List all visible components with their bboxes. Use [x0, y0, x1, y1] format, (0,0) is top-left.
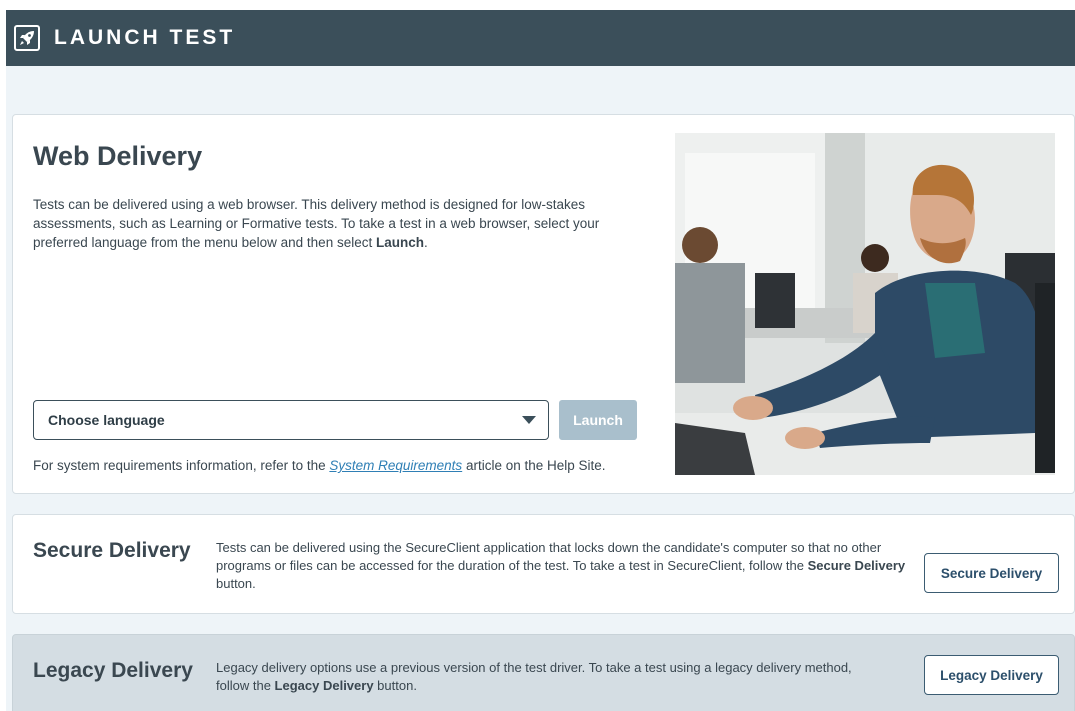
page: LAUNCH TEST Web Delivery Tests can be de… [6, 10, 1075, 711]
legacy-delivery-button[interactable]: Legacy Delivery [924, 655, 1059, 695]
secure-delivery-card: Secure Delivery Tests can be delivered u… [12, 514, 1075, 614]
system-requirements-text: For system requirements information, ref… [33, 458, 606, 473]
legacy-delivery-description: Legacy delivery options use a previous v… [216, 660, 852, 693]
office-photo [675, 133, 1055, 475]
language-select-value: Choose language [48, 412, 165, 428]
page-title: LAUNCH TEST [54, 26, 236, 49]
web-delivery-card: Web Delivery Tests can be delivered usin… [12, 114, 1075, 494]
secure-delivery-button[interactable]: Secure Delivery [924, 553, 1059, 593]
legacy-delivery-title: Legacy Delivery [33, 659, 193, 682]
header-bar: LAUNCH TEST [6, 10, 1075, 66]
language-select[interactable]: Choose language [33, 400, 549, 440]
web-delivery-title: Web Delivery [33, 141, 203, 171]
legacy-delivery-card: Legacy Delivery Legacy delivery options … [12, 634, 1075, 711]
caret-down-icon [522, 416, 536, 424]
rocket-icon [14, 25, 40, 51]
launch-button[interactable]: Launch [559, 400, 637, 440]
web-delivery-description: Tests can be delivered using a web brows… [33, 197, 600, 250]
system-requirements-link[interactable]: System Requirements [329, 458, 462, 473]
secure-delivery-title: Secure Delivery [33, 539, 191, 562]
secure-delivery-description: Tests can be delivered using the SecureC… [216, 540, 906, 591]
